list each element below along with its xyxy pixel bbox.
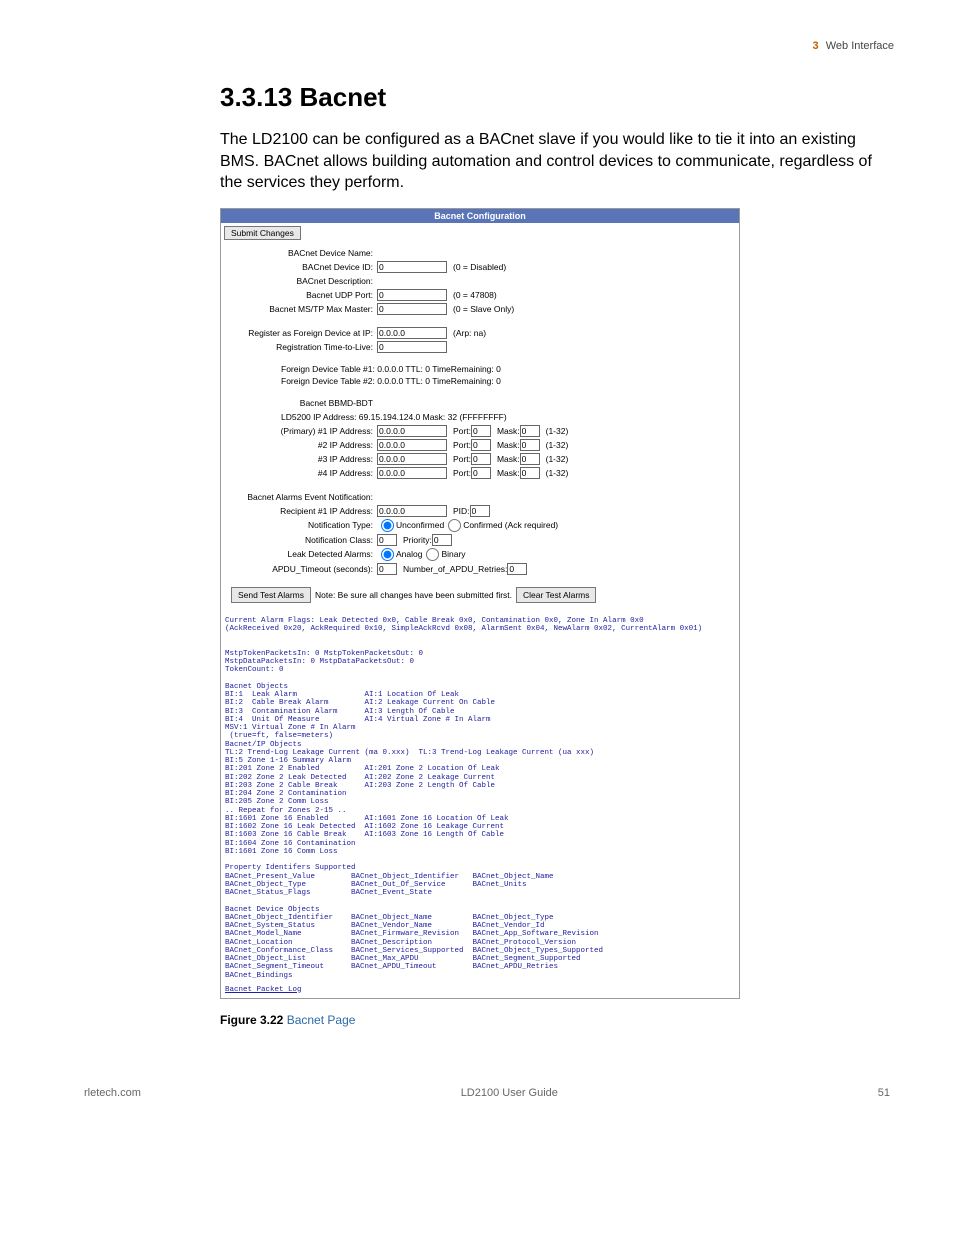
figure-label: Figure 3.22 (220, 1013, 283, 1027)
binary-radio[interactable] (426, 548, 439, 561)
port3-label: Port: (453, 453, 471, 465)
ip2-label: #2 IP Address: (227, 439, 377, 451)
footer-right: 51 (878, 1087, 890, 1099)
port2-label: Port: (453, 439, 471, 451)
reg-foreign-hint: (Arp: na) (453, 327, 486, 339)
port2-input[interactable] (471, 439, 491, 451)
device-id-input[interactable] (377, 261, 447, 273)
description-label: BACnet Description: (227, 275, 377, 287)
mstp-label: Bacnet MS/TP Max Master: (227, 303, 377, 315)
port4-label: Port: (453, 467, 471, 479)
mask1-hint: (1-32) (546, 425, 569, 437)
mask4-hint: (1-32) (546, 467, 569, 479)
pid-label: PID: (453, 505, 470, 517)
udp-port-label: Bacnet UDP Port: (227, 289, 377, 301)
apdu-timeout-input[interactable] (377, 563, 397, 575)
foreign-device-2: Foreign Device Table #2: 0.0.0.0 TTL: 0 … (281, 375, 733, 387)
recipient-input[interactable] (377, 505, 447, 517)
unconfirmed-radio[interactable] (381, 519, 394, 532)
section-title: 3.3.13 Bacnet (220, 82, 894, 113)
mask2-label: Mask: (497, 439, 520, 451)
intro-paragraph: The LD2100 can be configured as a BACnet… (220, 129, 894, 194)
test-note: Note: Be sure all changes have been subm… (315, 589, 512, 601)
ip2-input[interactable] (377, 439, 447, 451)
reg-foreign-input[interactable] (377, 327, 447, 339)
footer-left: rletech.com (84, 1087, 141, 1099)
mask3-label: Mask: (497, 453, 520, 465)
apdu-retries-label: Number_of_APDU_Retries: (403, 563, 507, 575)
apdu-retries-input[interactable] (507, 563, 527, 575)
ld5200-line: LD5200 IP Address: 69.15.194.124.0 Mask:… (281, 411, 733, 423)
figure-text: Bacnet Page (287, 1013, 356, 1027)
mask1-label: Mask: (497, 425, 520, 437)
device-id-label: BACnet Device ID: (227, 261, 377, 273)
ip3-input[interactable] (377, 453, 447, 465)
port1-label: Port: (453, 425, 471, 437)
mask4-label: Mask: (497, 467, 520, 479)
page-footer: rletech.com LD2100 User Guide 51 (80, 1087, 894, 1099)
config-title-bar: Bacnet Configuration (221, 209, 739, 223)
apdu-timeout-label: APDU_Timeout (seconds): (227, 563, 377, 575)
priority-input[interactable] (432, 534, 452, 546)
notif-class-label: Notification Class: (227, 534, 377, 546)
confirmed-label: Confirmed (Ack required) (463, 519, 558, 531)
document-page: 3 Web Interface 3.3.13 Bacnet The LD2100… (0, 0, 954, 1129)
send-test-alarms-button[interactable]: Send Test Alarms (231, 587, 311, 603)
analog-radio[interactable] (381, 548, 394, 561)
mstp-input[interactable] (377, 303, 447, 315)
ip4-label: #4 IP Address: (227, 467, 377, 479)
priority-label: Priority: (403, 534, 432, 546)
notif-type-label: Notification Type: (227, 519, 377, 531)
reg-foreign-label: Register as Foreign Device at IP: (227, 327, 377, 339)
port3-input[interactable] (471, 453, 491, 465)
clear-test-alarms-button[interactable]: Clear Test Alarms (516, 587, 596, 603)
figure-caption: Figure 3.22 Bacnet Page (220, 1013, 894, 1027)
reg-ttl-input[interactable] (377, 341, 447, 353)
unconfirmed-label: Unconfirmed (396, 519, 444, 531)
bacnet-config-screenshot: Bacnet Configuration Submit Changes BACn… (220, 208, 740, 999)
mask4-input[interactable] (520, 467, 540, 479)
device-id-hint: (0 = Disabled) (453, 261, 506, 273)
primary-ip-label: (Primary) #1 IP Address: (227, 425, 377, 437)
footer-center: LD2100 User Guide (461, 1087, 558, 1099)
mask3-hint: (1-32) (546, 453, 569, 465)
mask1-input[interactable] (520, 425, 540, 437)
udp-port-hint: (0 = 47808) (453, 289, 497, 301)
alarms-header: Bacnet Alarms Event Notification: (227, 491, 377, 503)
port1-input[interactable] (471, 425, 491, 437)
primary-ip-input[interactable] (377, 425, 447, 437)
section-name: Web Interface (826, 40, 894, 52)
ip3-label: #3 IP Address: (227, 453, 377, 465)
confirmed-radio[interactable] (448, 519, 461, 532)
binary-label: Binary (441, 548, 465, 560)
device-name-label: BACnet Device Name: (227, 247, 377, 259)
bacnet-packet-log-link[interactable]: Bacnet Packet Log (225, 986, 302, 994)
chapter-number: 3 (813, 40, 819, 52)
leak-alarms-label: Leak Detected Alarms: (227, 548, 377, 560)
pid-input[interactable] (470, 505, 490, 517)
diagnostic-output: Current Alarm Flags: Leak Detected 0x0, … (225, 617, 735, 980)
page-header: 3 Web Interface (80, 40, 894, 52)
recipient-label: Recipient #1 IP Address: (227, 505, 377, 517)
ip4-input[interactable] (377, 467, 447, 479)
foreign-device-1: Foreign Device Table #1: 0.0.0.0 TTL: 0 … (281, 363, 733, 375)
mask3-input[interactable] (520, 453, 540, 465)
bbmd-header: Bacnet BBMD-BDT (227, 397, 377, 409)
notif-class-input[interactable] (377, 534, 397, 546)
submit-changes-button[interactable]: Submit Changes (224, 226, 301, 240)
port4-input[interactable] (471, 467, 491, 479)
udp-port-input[interactable] (377, 289, 447, 301)
mask2-input[interactable] (520, 439, 540, 451)
analog-label: Analog (396, 548, 422, 560)
mstp-hint: (0 = Slave Only) (453, 303, 514, 315)
reg-ttl-label: Registration Time-to-Live: (227, 341, 377, 353)
mask2-hint: (1-32) (546, 439, 569, 451)
